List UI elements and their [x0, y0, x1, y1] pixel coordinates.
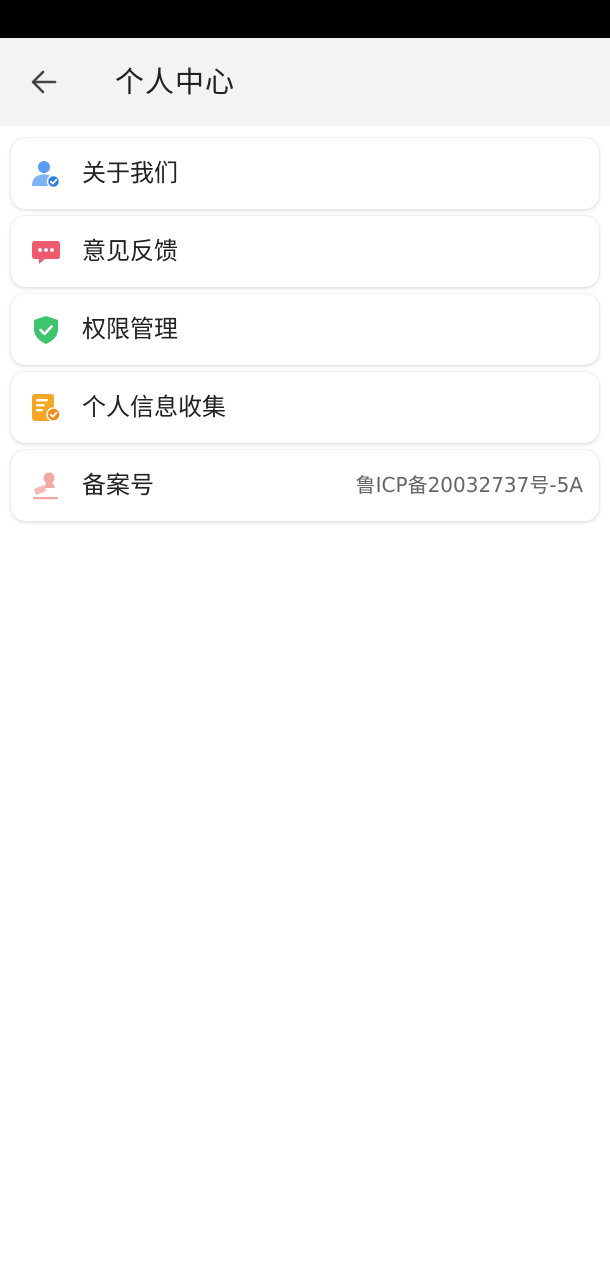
page-title: 个人中心 — [115, 65, 236, 99]
document-check-icon — [32, 394, 61, 422]
status-bar — [0, 0, 610, 38]
menu-item-label: 意见反馈 — [82, 237, 178, 265]
arrow-left-icon — [31, 70, 57, 94]
chat-bubble-icon — [32, 241, 60, 264]
app-bar: 个人中心 — [0, 38, 610, 126]
stamp-icon — [33, 472, 58, 500]
menu-item-label: 个人信息收集 — [82, 393, 226, 421]
menu-item-label: 权限管理 — [82, 315, 178, 343]
menu-item-label: 关于我们 — [82, 159, 178, 187]
menu-item-permissions[interactable]: 权限管理 — [11, 294, 599, 365]
icp-record-number: 鲁ICP备20032737号-5A — [355, 473, 583, 497]
menu-item-icp-record[interactable]: 备案号 鲁ICP备20032737号-5A — [11, 450, 599, 521]
menu-item-personal-info[interactable]: 个人信息收集 — [11, 372, 599, 443]
user-check-icon — [32, 161, 61, 189]
menu-item-feedback[interactable]: 意见反馈 — [11, 216, 599, 287]
shield-check-icon — [34, 316, 58, 344]
menu-item-label: 备案号 — [82, 471, 154, 499]
back-button[interactable] — [22, 60, 66, 104]
menu-item-about-us[interactable]: 关于我们 — [11, 138, 599, 209]
